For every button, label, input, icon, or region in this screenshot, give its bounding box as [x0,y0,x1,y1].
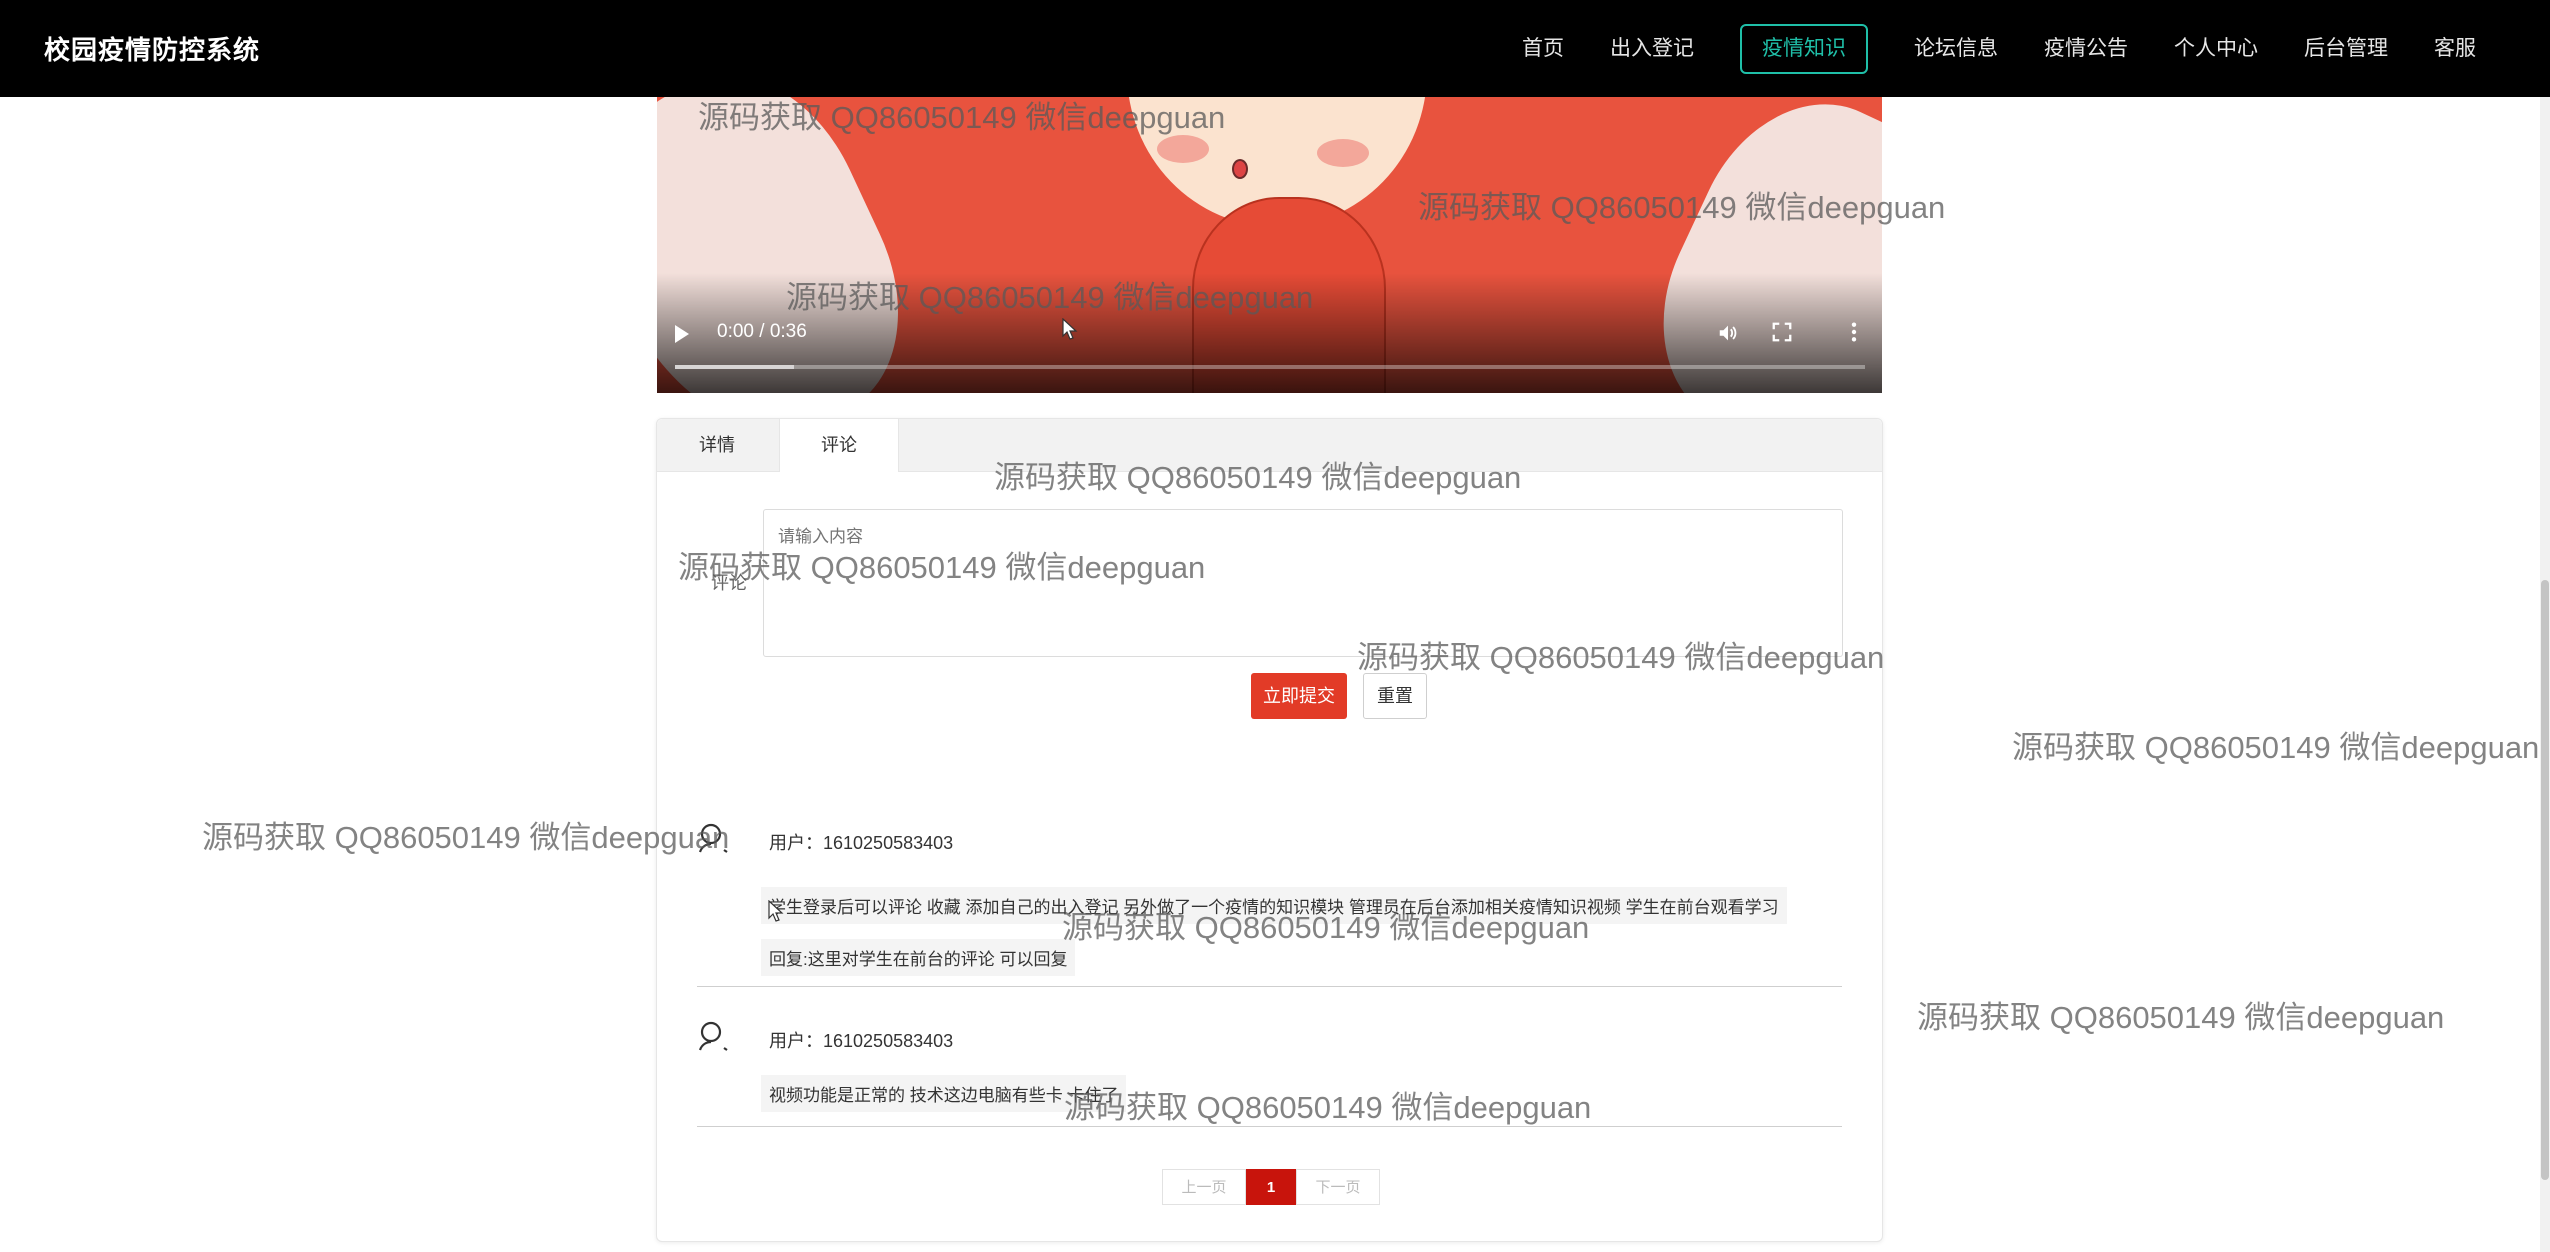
cartoon-cheek [1317,139,1369,167]
pagination: 上一页 1 下一页 [1162,1169,1380,1205]
cartoon-cheek [1157,135,1209,163]
watermark: 源码获取 QQ86050149 微信deepguan [1917,1000,2445,1035]
comment-item: 用户：1610250583403 学生登录后可以评论 收藏 添加自己的出入登记 … [697,811,1842,987]
nav-item-announcements[interactable]: 疫情公告 [2044,25,2128,73]
user-avatar-icon [698,1021,728,1051]
comment-input[interactable] [763,509,1843,657]
mouse-cursor-icon [768,900,784,922]
nav-item-forum[interactable]: 论坛信息 [1914,25,1998,73]
video-time: 0:00 / 0:36 [717,321,807,342]
video-progress-bar[interactable] [675,365,1865,369]
submit-button[interactable]: 立即提交 [1251,673,1347,719]
main-nav: 首页 出入登记 疫情知识 论坛信息 疫情公告 个人中心 后台管理 客服 [1476,24,2476,74]
reset-button[interactable]: 重置 [1363,673,1427,719]
nav-item-epidemic-knowledge[interactable]: 疫情知识 [1740,24,1868,74]
site-title[interactable]: 校园疫情防控系统 [44,30,260,67]
tab-comments[interactable]: 评论 [779,419,899,472]
watermark: 源码获取 QQ86050149 微信deepguan [202,820,730,855]
user-avatar-icon [698,823,728,853]
next-page-button[interactable]: 下一页 [1296,1169,1380,1205]
tab-details[interactable]: 详情 [657,419,777,471]
page-button-current[interactable]: 1 [1246,1169,1296,1205]
comment-user: 用户：1610250583403 [769,1031,954,1051]
nav-item-access-registration[interactable]: 出入登记 [1610,25,1694,73]
content-card: 详情 评论 评论 立即提交 重置 用户：1610250583403 学生登录后可… [656,418,1883,1242]
page-scrollbar-thumb[interactable] [2541,580,2549,1180]
nav-item-customer-service[interactable]: 客服 [2434,25,2476,73]
video-progress-buffered [675,365,794,369]
play-icon[interactable] [675,325,689,343]
prev-page-button[interactable]: 上一页 [1162,1169,1246,1205]
comment-content: 视频功能是正常的 技术这边电脑有些卡 卡住了 [761,1075,1127,1112]
comment-label: 评论 [711,573,747,593]
more-options-icon[interactable] [1843,320,1865,344]
comment-reply: 回复:这里对学生在前台的评论 可以回复 [761,939,1076,976]
video-controls-gradient [657,273,1882,393]
comment-item: 用户：1610250583403 视频功能是正常的 技术这边电脑有些卡 卡住了 [697,1009,1842,1127]
cartoon-mouth [1232,159,1248,179]
tab-bar: 详情 评论 [657,419,1882,472]
comment-user: 用户：1610250583403 [769,833,954,853]
comment-content: 学生登录后可以评论 收藏 添加自己的出入登记 另外做了一个疫情的知识模块 管理员… [761,887,1787,924]
mouse-cursor-icon [1062,318,1078,340]
nav-item-home[interactable]: 首页 [1522,25,1564,73]
nav-item-admin[interactable]: 后台管理 [2304,25,2388,73]
volume-icon[interactable] [1717,322,1739,344]
nav-item-personal-center[interactable]: 个人中心 [2174,25,2258,73]
top-navbar: 校园疫情防控系统 首页 出入登记 疫情知识 论坛信息 疫情公告 个人中心 后台管… [0,0,2550,97]
fullscreen-icon[interactable] [1771,321,1793,343]
video-player[interactable]: 0:00 / 0:36 [657,97,1882,393]
watermark: 源码获取 QQ86050149 微信deepguan [2012,730,2540,765]
